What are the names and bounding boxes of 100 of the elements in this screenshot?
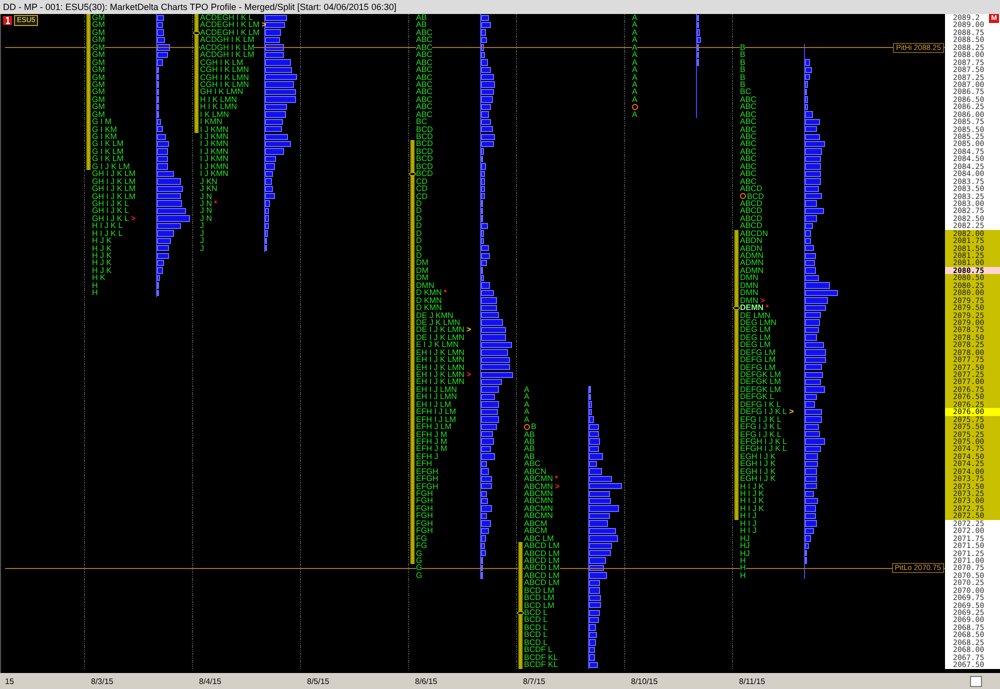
tpo-letters: DEFGK LM xyxy=(740,371,781,378)
tpo-letters: ADMN xyxy=(740,252,764,260)
tpo-letters: ABC xyxy=(416,51,432,59)
tpo-letters: B xyxy=(740,44,746,52)
tpo-letters: A xyxy=(524,416,530,424)
tpo-marker: > xyxy=(130,214,136,222)
tpo-letters: DEFGK LM xyxy=(740,378,781,386)
tpo-letters: H J K xyxy=(92,237,112,245)
tpo-letters: BCD LM xyxy=(524,594,554,602)
tpo-letters: BC xyxy=(416,118,428,126)
tpo-letters: E I J K LMN xyxy=(416,341,459,349)
tpo-letters: B xyxy=(740,66,746,74)
tpo-letters: ABCD xyxy=(740,200,762,208)
tpo-letters: EFH I J LM xyxy=(416,408,456,416)
tpo-letters: D xyxy=(416,244,422,252)
tpo-letters: ABDN xyxy=(740,237,762,245)
tpo-letters: EGH I J K xyxy=(740,460,776,468)
tpo-letters: H xyxy=(740,564,746,572)
tpo-letters: A xyxy=(632,110,638,118)
tpo-letters: EFGH xyxy=(416,468,438,476)
tpo-letters: H J K xyxy=(92,259,112,267)
tpo-letters: EFG I J K L xyxy=(740,423,782,430)
tpo-letters: ADMN xyxy=(740,259,764,267)
tpo-letters: D KMN xyxy=(416,289,442,297)
tpo-letters: CGH I K LMN xyxy=(200,66,249,74)
tpo-letters: A xyxy=(632,21,638,29)
tpo-letters: ABC xyxy=(740,155,756,163)
tpo-letters: G I K LM xyxy=(92,155,124,163)
tpo-letters: EH I J LMN xyxy=(416,393,457,401)
tpo-letters: A xyxy=(524,408,530,416)
tpo-letters: ABCD xyxy=(740,185,762,192)
tpo-letters: ABC xyxy=(416,36,432,44)
tpo-letters: GM xyxy=(92,14,105,22)
tpo-letters: FGH xyxy=(416,497,433,505)
tpo-letters: A xyxy=(632,14,638,22)
tpo-letters: D xyxy=(416,230,422,238)
tpo-letters: GM xyxy=(92,88,105,96)
tpo-letters: FG xyxy=(416,542,428,550)
tpo-letters: BCDF L xyxy=(524,646,552,654)
tpo-letters: J xyxy=(200,222,204,230)
tpo-letters: EH I J K LMN xyxy=(416,356,464,364)
tpo-letters: ABC xyxy=(740,96,756,104)
tpo-letters: EFGH xyxy=(416,475,438,483)
tpo-letters: J xyxy=(200,237,204,245)
tpo-letters: B xyxy=(740,80,746,88)
tpo-letters: GH I J K LM xyxy=(92,185,136,192)
tpo-letters: ABC xyxy=(416,88,432,96)
square-icon xyxy=(970,676,982,686)
tpo-letters: A xyxy=(632,51,638,59)
tpo-marker: > xyxy=(466,326,472,334)
tpo-letters: DEG LM xyxy=(740,326,771,334)
tpo-letters: A xyxy=(632,28,638,36)
tpo-letters: G xyxy=(416,564,422,572)
tpo-letters: ABC xyxy=(416,66,432,74)
tpo-letters: AB xyxy=(524,445,535,453)
tpo-letters: DMN xyxy=(416,282,434,290)
tpo-letters: BCD xyxy=(416,126,433,133)
tpo-letters: H I J K xyxy=(740,497,764,505)
tpo-letters: G I M xyxy=(92,118,112,126)
tpo-letters: DE I J K LMN xyxy=(416,326,464,334)
tpo-letters: H xyxy=(740,572,746,580)
tpo-letters: DMN xyxy=(740,289,758,297)
tpo-letters: AB xyxy=(416,14,427,22)
tpo-letters: DMN xyxy=(740,274,758,282)
tpo-letters: FGH xyxy=(416,490,433,498)
tpo-letters: D xyxy=(416,237,422,245)
tpo-letters: B xyxy=(531,423,536,430)
tpo-letters: I J KMN xyxy=(200,155,228,163)
tpo-letters: J xyxy=(200,230,204,238)
tpo-letters: D xyxy=(416,222,422,230)
tpo-letters: BCD L xyxy=(524,616,548,624)
tpo-letters: GH I K LMN xyxy=(200,88,244,96)
tpo-letters: ACDEGH I K L xyxy=(200,14,253,22)
tpo-letters: BCD xyxy=(416,140,433,148)
tpo-letters: HJ xyxy=(740,542,750,550)
tpo-letters: ABCD LM xyxy=(524,542,560,550)
tpo-letters: H I J K L xyxy=(92,222,123,230)
tpo-letters: ACDGH I K LM xyxy=(200,51,254,59)
tpo-letters: H I J K xyxy=(740,490,764,498)
symbol-icon xyxy=(3,16,12,25)
tpo-letters: BCD xyxy=(416,155,433,163)
tpo-letters: A xyxy=(632,36,638,44)
tpo-letters: DM xyxy=(416,259,428,267)
tpo-marker: * xyxy=(444,289,447,297)
date-label: 8/3/15 xyxy=(91,676,114,686)
tpo-letters: EH I J K LMN xyxy=(416,371,464,378)
tpo-marker: * xyxy=(214,200,218,208)
tpo-letters: ABCMN xyxy=(524,497,553,505)
tpo-letters: ABCM xyxy=(524,527,548,535)
date-label: 15 xyxy=(5,676,14,686)
tpo-letters: ABCD LM xyxy=(524,579,560,587)
tpo-marker: * xyxy=(766,304,769,312)
tpo-letters: ABC LM xyxy=(524,534,554,542)
date-label: 8/10/15 xyxy=(631,676,658,686)
tpo-letters: ABCMN xyxy=(524,475,553,483)
tpo-letters: DEMN xyxy=(740,304,764,312)
tpo-letters: GM xyxy=(92,36,105,44)
tpo-letters: A xyxy=(632,66,638,74)
tpo-letters: GH I J K L xyxy=(92,207,129,215)
window-title: DD - MP - 001: ESU5(30): MarketDelta Charts TPO Profile - Merged/Split [Start: 04/06/2015 06:30] xyxy=(3,2,396,12)
